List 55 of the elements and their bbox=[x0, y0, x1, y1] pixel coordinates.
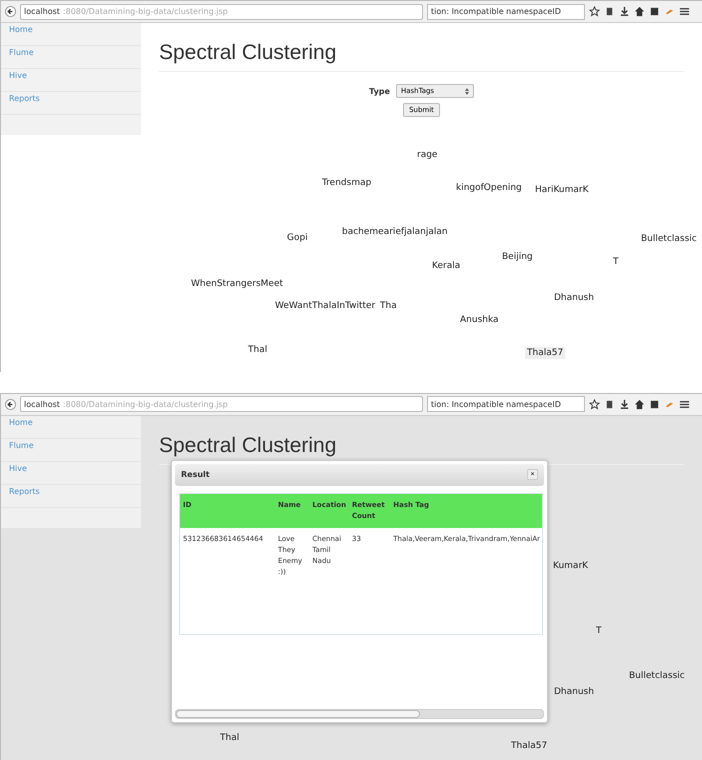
page-heading: Spectral Clustering bbox=[159, 41, 338, 65]
url-field[interactable]: localhost :8080/Datamining-big-data/clustering.jsp bbox=[20, 4, 423, 20]
home-icon[interactable] bbox=[634, 6, 645, 17]
back-icon[interactable] bbox=[5, 398, 16, 410]
sidebar-link[interactable]: Home bbox=[1, 416, 141, 438]
sidebar-link[interactable]: Home bbox=[1, 23, 141, 46]
search-field[interactable]: tion: Incompatible namespaceID bbox=[427, 396, 585, 412]
download-icon[interactable] bbox=[619, 398, 630, 410]
cloud-word: kingofOpening bbox=[456, 183, 522, 193]
clipboard-icon[interactable] bbox=[604, 398, 615, 410]
dialog-title: Result bbox=[181, 470, 210, 479]
cloud-word: WhenStrangersMeet bbox=[191, 279, 284, 289]
cloud-word: bachemeariefjalanjalan bbox=[342, 227, 448, 237]
back-icon[interactable] bbox=[5, 6, 16, 17]
cloud-word: Dhanush bbox=[554, 293, 594, 303]
cloud-word: HariKumarK bbox=[535, 185, 589, 195]
star-icon[interactable] bbox=[589, 6, 600, 17]
page-heading: Spectral Clustering bbox=[159, 434, 338, 458]
cloud-word: Gopi bbox=[287, 233, 308, 243]
url-field[interactable]: localhost :8080/Datamining-big-data/clustering.jsp bbox=[20, 396, 423, 412]
cloud-word: KumarK bbox=[553, 560, 588, 570]
cloud-word: Bulletclassic bbox=[641, 234, 697, 244]
stepper-arrows-icon bbox=[464, 88, 469, 94]
cloud-word: Thal bbox=[248, 345, 268, 355]
sidebar-link[interactable]: Hive bbox=[1, 462, 141, 484]
cloud-word: Tha bbox=[380, 301, 397, 311]
cloud-word: Beijing bbox=[502, 252, 533, 262]
star-icon[interactable] bbox=[589, 398, 600, 410]
cloud-word: Kerala bbox=[432, 261, 460, 271]
clipboard-icon[interactable] bbox=[604, 6, 615, 17]
sidebar-link[interactable]: Hive bbox=[1, 69, 141, 92]
horizontal-scrollbar[interactable] bbox=[175, 708, 544, 718]
download-icon[interactable] bbox=[619, 6, 630, 17]
square-icon[interactable] bbox=[649, 6, 660, 17]
menu-icon[interactable] bbox=[679, 398, 690, 410]
sidebar-link[interactable]: Reports bbox=[1, 484, 141, 508]
sidebar-link[interactable]: Flume bbox=[1, 438, 141, 462]
cloud-word: Bulletclassic bbox=[629, 670, 685, 680]
cloud-word: Dhanush bbox=[554, 686, 594, 696]
cloud-word: T bbox=[613, 257, 618, 267]
cloud-word: Trendsmap bbox=[322, 178, 372, 188]
cloud-word: rage bbox=[417, 150, 438, 160]
cloud-word: Anushka bbox=[460, 315, 499, 325]
cloud-word: T bbox=[596, 626, 602, 636]
home-icon[interactable] bbox=[634, 398, 645, 410]
sidebar-link[interactable]: Flume bbox=[1, 46, 141, 69]
type-label: Type bbox=[369, 86, 390, 96]
search-field[interactable]: tion: Incompatible namespaceID bbox=[427, 4, 585, 20]
sidebar-link[interactable]: Reports bbox=[1, 92, 141, 115]
cloud-word: Thala57 bbox=[525, 347, 566, 359]
cloud-word: WeWantThalaInTwitter bbox=[275, 301, 376, 311]
cloud-word: Thal bbox=[220, 732, 240, 742]
cloud-word: Thala57 bbox=[511, 740, 548, 750]
menu-icon[interactable] bbox=[679, 6, 690, 17]
square-icon[interactable] bbox=[649, 398, 660, 410]
